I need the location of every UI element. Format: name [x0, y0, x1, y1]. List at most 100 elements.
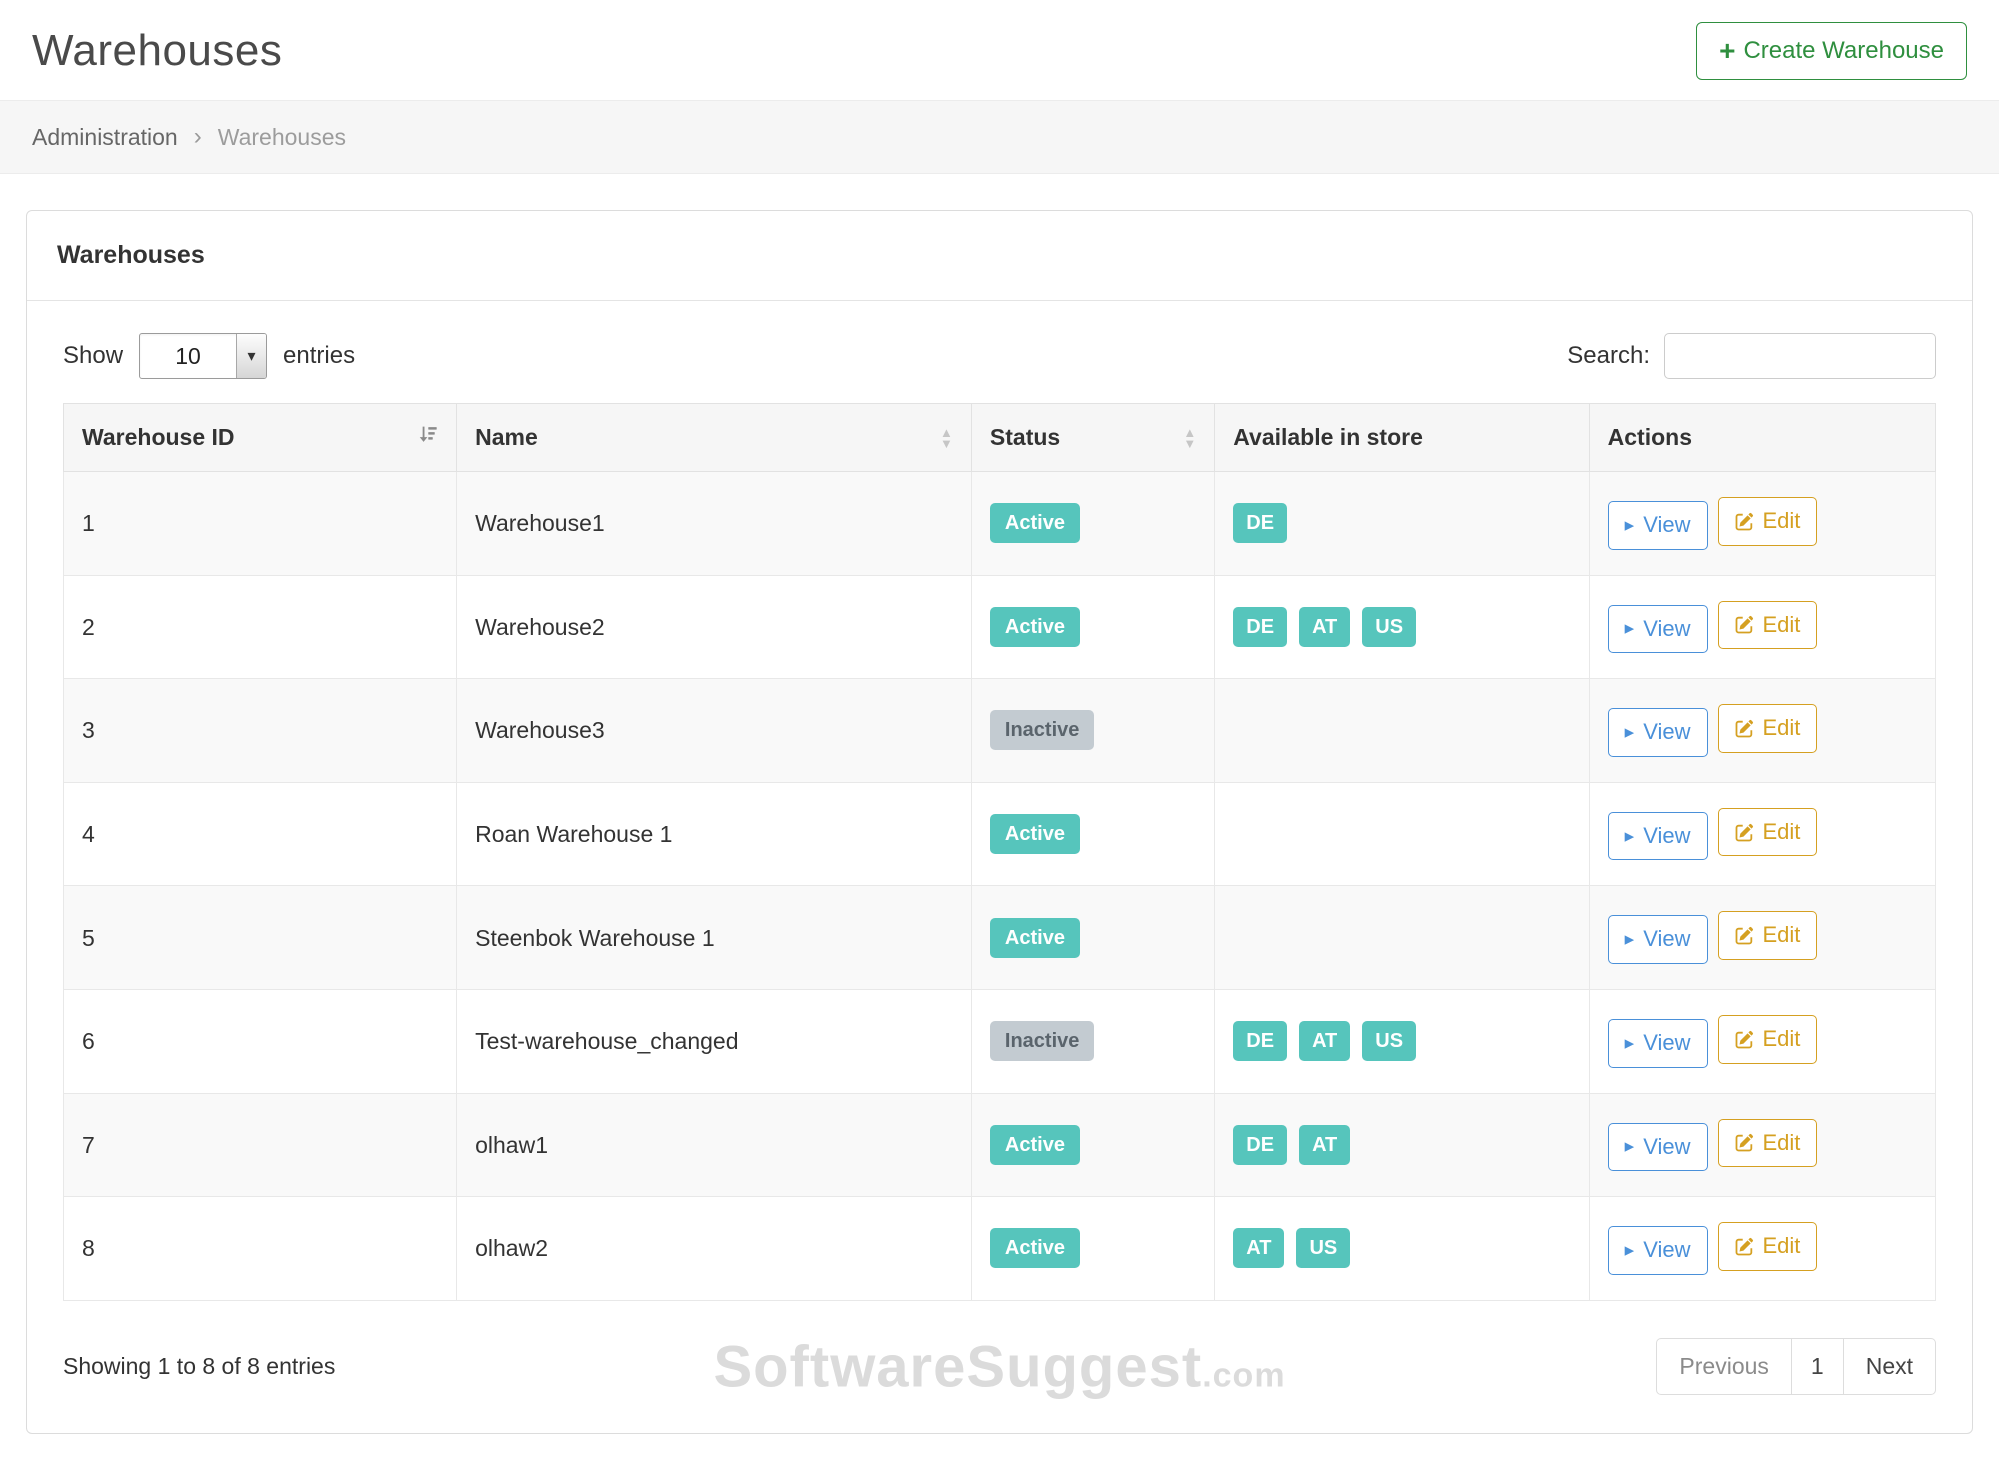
cell-name: Warehouse2	[457, 575, 972, 679]
view-button[interactable]: ▸View	[1608, 915, 1708, 964]
edit-button[interactable]: Edit	[1718, 808, 1818, 857]
show-label: Show	[63, 342, 123, 370]
column-header-status[interactable]: Status ▲ ▼	[971, 404, 1214, 472]
table-controls: Show 10 ▾ entries Search:	[63, 333, 1936, 379]
cell-stores	[1215, 782, 1589, 886]
table-row: 2Warehouse2ActiveDEATUS▸ViewEdit	[64, 575, 1936, 679]
view-button[interactable]: ▸View	[1608, 708, 1708, 757]
cell-stores: DEATUS	[1215, 575, 1589, 679]
edit-button-label: Edit	[1763, 1025, 1801, 1054]
main-content: Warehouses Show 10 ▾ entries Search:	[0, 174, 1999, 1464]
edit-button[interactable]: Edit	[1718, 911, 1818, 960]
watermark-suffix: .com	[1202, 1356, 1285, 1394]
view-button-label: View	[1643, 511, 1690, 540]
cell-stores	[1215, 679, 1589, 783]
status-badge: Inactive	[990, 1021, 1094, 1061]
cell-name: olhaw1	[457, 1093, 972, 1197]
edit-button[interactable]: Edit	[1718, 1119, 1818, 1168]
table-header: Warehouse ID	[64, 404, 1936, 472]
cell-name: Test-warehouse_changed	[457, 989, 972, 1093]
cell-status: Active	[971, 472, 1214, 576]
sort-amount-icon	[417, 424, 438, 451]
edit-icon	[1735, 615, 1754, 634]
column-label: Status	[990, 424, 1060, 451]
status-badge: Active	[990, 1125, 1080, 1165]
watermark: SoftwareSuggest.com	[713, 1333, 1285, 1400]
edit-button-label: Edit	[1763, 714, 1801, 743]
cell-actions: ▸View Edit	[1589, 782, 1935, 886]
view-button[interactable]: ▸View	[1608, 1123, 1708, 1172]
column-label: Warehouse ID	[82, 424, 235, 451]
status-badge: Active	[990, 1228, 1080, 1268]
edit-icon	[1735, 512, 1754, 531]
create-warehouse-button[interactable]: + Create Warehouse	[1696, 22, 1967, 80]
previous-page-button[interactable]: Previous	[1656, 1338, 1791, 1395]
sort-icon: ▲ ▼	[1183, 427, 1196, 449]
view-button[interactable]: ▸View	[1608, 812, 1708, 861]
table-row: 5Steenbok Warehouse 1 Active ▸View Edit	[64, 886, 1936, 990]
sort-desc-icon: ▼	[940, 438, 953, 449]
table-row: 1Warehouse1ActiveDE▸ViewEdit	[64, 472, 1936, 576]
status-badge: Active	[990, 607, 1080, 647]
plus-icon: +	[1719, 37, 1735, 65]
table-row: 7olhaw1ActiveDEAT▸ViewEdit	[64, 1093, 1936, 1197]
store-tag: AT	[1299, 1125, 1350, 1165]
entries-select[interactable]: 10 ▾	[139, 333, 267, 379]
panel-body: Show 10 ▾ entries Search:	[27, 301, 1972, 1433]
caret-right-icon: ▸	[1625, 619, 1635, 638]
cell-warehouse-id: 7	[64, 1093, 457, 1197]
caret-right-icon: ▸	[1625, 827, 1635, 846]
cell-status: Active	[971, 575, 1214, 679]
table-row: 3Warehouse3Inactive▸ViewEdit	[64, 679, 1936, 783]
view-button-label: View	[1643, 925, 1690, 954]
column-header-name[interactable]: Name ▲ ▼	[457, 404, 972, 472]
edit-icon	[1735, 1030, 1754, 1049]
cell-name: Steenbok Warehouse 1	[457, 886, 972, 990]
search-label: Search:	[1567, 342, 1650, 370]
cell-actions: ▸View Edit	[1589, 679, 1935, 783]
view-button[interactable]: ▸View	[1608, 1019, 1708, 1068]
breadcrumb-item-administration[interactable]: Administration	[32, 124, 178, 151]
store-tag: AT	[1299, 607, 1350, 647]
view-button-label: View	[1643, 615, 1690, 644]
cell-warehouse-id: 1	[64, 472, 457, 576]
edit-button[interactable]: Edit	[1718, 1222, 1818, 1271]
store-tag: DE	[1233, 607, 1287, 647]
store-tag: DE	[1233, 1021, 1287, 1061]
page: Warehouses + Create Warehouse Administra…	[0, 0, 1999, 1464]
panel-heading: Warehouses	[27, 211, 1972, 301]
create-warehouse-label: Create Warehouse	[1743, 37, 1944, 65]
cell-warehouse-id: 4	[64, 782, 457, 886]
cell-warehouse-id: 2	[64, 575, 457, 679]
table-row: 8olhaw2ActiveATUS▸ViewEdit	[64, 1197, 1936, 1301]
view-button[interactable]: ▸ View	[1608, 501, 1708, 550]
edit-button[interactable]: Edit	[1718, 601, 1818, 650]
status-badge: Active	[990, 918, 1080, 958]
store-tag: US	[1296, 1228, 1350, 1268]
edit-button[interactable]: Edit	[1718, 704, 1818, 753]
edit-button-label: Edit	[1763, 818, 1801, 847]
next-page-button[interactable]: Next	[1843, 1338, 1936, 1395]
view-button[interactable]: ▸ View	[1608, 605, 1708, 654]
edit-button-label: Edit	[1763, 1129, 1801, 1158]
search-input[interactable]	[1664, 333, 1936, 379]
edit-icon	[1735, 1133, 1754, 1152]
caret-right-icon: ▸	[1625, 723, 1635, 742]
cell-actions: ▸View Edit	[1589, 886, 1935, 990]
cell-name: Warehouse1	[457, 472, 972, 576]
cell-name: Roan Warehouse 1	[457, 782, 972, 886]
watermark-main: SoftwareSuggest	[713, 1334, 1202, 1399]
caret-right-icon: ▸	[1625, 516, 1635, 535]
view-button[interactable]: ▸View	[1608, 1226, 1708, 1275]
store-tag: US	[1362, 1021, 1416, 1061]
edit-button-label: Edit	[1763, 921, 1801, 950]
warehouses-panel: Warehouses Show 10 ▾ entries Search:	[26, 210, 1973, 1434]
edit-button[interactable]: Edit	[1718, 1015, 1818, 1064]
store-tag: AT	[1299, 1021, 1350, 1061]
page-number-button[interactable]: 1	[1791, 1338, 1844, 1395]
cell-status: Active	[971, 1093, 1214, 1197]
breadcrumb-separator-icon: ›	[194, 123, 202, 151]
edit-button[interactable]: Edit	[1718, 497, 1818, 546]
cell-warehouse-id: 5	[64, 886, 457, 990]
column-header-warehouse-id[interactable]: Warehouse ID	[64, 404, 457, 472]
